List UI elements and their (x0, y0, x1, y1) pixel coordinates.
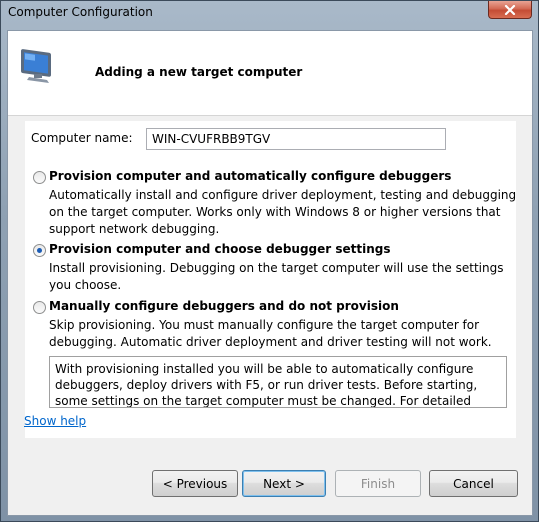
computer-name-label: Computer name: (31, 131, 133, 145)
finish-button[interactable]: Finish (335, 470, 421, 497)
option-title: Provision computer and choose debugger s… (49, 242, 391, 256)
computer-monitor-icon (21, 49, 51, 83)
title-bar[interactable]: Computer Configuration (1, 1, 538, 27)
close-icon (504, 4, 516, 15)
window-title: Computer Configuration (8, 5, 153, 19)
option-description: Automatically install and configure driv… (49, 188, 517, 236)
radio-auto-configure[interactable] (33, 171, 46, 184)
computer-name-input[interactable] (146, 128, 446, 150)
option-title: Provision computer and automatically con… (49, 169, 452, 183)
close-button[interactable] (488, 1, 532, 19)
show-help-link[interactable]: Show help (24, 414, 86, 428)
radio-manual[interactable] (33, 301, 46, 314)
options-panel: Computer name: Provision computer and au… (25, 121, 516, 438)
previous-button[interactable]: < Previous (152, 470, 238, 497)
page-title: Adding a new target computer (95, 65, 303, 79)
info-text-box[interactable]: With provisioning installed you will be … (49, 356, 507, 408)
dialog-client-area: Adding a new target computer Computer na… (7, 30, 533, 516)
dialog-window: Computer Configuration Adding a new targ… (0, 0, 539, 522)
radio-choose-debugger[interactable] (33, 244, 46, 257)
next-button[interactable]: Next > (242, 470, 326, 497)
option-description: Install provisioning. Debugging on the t… (49, 261, 504, 292)
option-title: Manually configure debuggers and do not … (49, 299, 399, 313)
option-description: Skip provisioning. You must manually con… (49, 318, 492, 349)
cancel-button[interactable]: Cancel (429, 470, 518, 497)
dialog-header: Adding a new target computer (8, 31, 532, 116)
